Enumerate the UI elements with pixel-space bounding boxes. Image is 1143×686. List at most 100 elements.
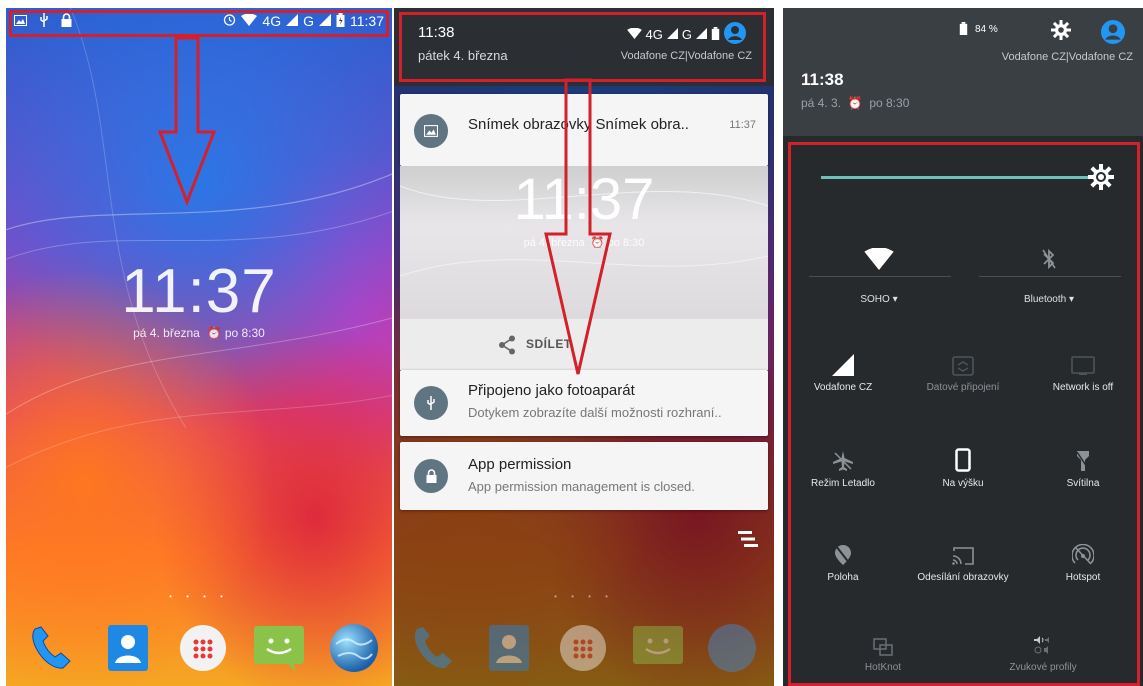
tile-label: Poloha — [827, 572, 859, 583]
notification-app-permission[interactable]: App permission App permission management… — [400, 442, 768, 510]
lock-date: pá 4. března — [133, 326, 200, 340]
notification-title: App permission — [468, 456, 572, 473]
qs-tile-airplane[interactable]: Režim Letadlo — [783, 432, 903, 489]
sound-profile-icon — [983, 616, 1103, 656]
qs-tile-portrait[interactable]: Na výšku — [903, 432, 1023, 489]
highlight-quick-settings — [788, 142, 1140, 686]
lock-alarm: po 8:30 — [224, 326, 265, 340]
tile-label: Odesílání obrazovky — [917, 572, 1009, 583]
clear-all-icon[interactable] — [736, 528, 758, 554]
qs-tile-bluetooth[interactable] — [989, 230, 1109, 270]
cell-signal-icon — [783, 336, 903, 376]
alarm-icon: ⏰ — [587, 237, 605, 249]
divider — [809, 276, 951, 277]
qs-header: 84 % Vodafone CZ|Vodafone CZ 11:38 pá 4.… — [783, 8, 1143, 136]
phone-icon[interactable] — [24, 620, 80, 676]
chevron-down-icon: ▾ — [892, 294, 898, 305]
divider — [979, 276, 1121, 277]
cast-icon — [903, 526, 1023, 566]
qs-time: 11:38 — [801, 70, 844, 89]
hotspot-icon — [1023, 526, 1143, 566]
qs-tile-mobile-data[interactable]: Datové připojení — [903, 336, 1023, 393]
notification-time: 11:37 — [729, 119, 756, 131]
qs-tile-hotspot[interactable]: Hotspot — [1023, 526, 1143, 583]
preview-date-row: pá 4. března ⏰ po 8:30 — [400, 236, 768, 249]
bluetooth-label: Bluetooth — [1023, 294, 1067, 305]
dock — [24, 616, 382, 680]
preview-alarm: po 8:30 — [607, 237, 645, 249]
qs-date-row: pá 4. 3. ⏰ po 8:30 — [801, 96, 909, 110]
share-label: SDÍLET — [526, 337, 572, 351]
wifi-dropdown[interactable]: SOHO ▾ — [819, 294, 939, 305]
qs-tile-location[interactable]: Poloha — [783, 526, 903, 583]
messaging-icon — [630, 620, 686, 676]
screenshot-preview[interactable]: 11:37 pá 4. března ⏰ po 8:30 — [400, 166, 768, 318]
user-avatar-icon[interactable] — [1101, 20, 1125, 49]
brightness-slider[interactable] — [821, 164, 1114, 190]
qs-tile-wifi[interactable] — [819, 230, 939, 270]
lock-icon — [414, 459, 448, 493]
page-indicator: • • • • — [169, 592, 229, 601]
qs-tile-hotknot[interactable]: HotKnot — [823, 616, 943, 673]
tile-label: Zvukové profily — [1009, 662, 1077, 673]
qs-alarm: po 8:30 — [869, 96, 910, 110]
qs-tile-cast[interactable]: Odesílání obrazovky — [903, 526, 1023, 583]
notification-shade-panel: 11:38 pátek 4. března 4G G Vodafone CZ|V… — [394, 8, 774, 686]
alarm-icon: ⏰ — [203, 326, 222, 340]
qs-tile-sound-profiles[interactable]: Zvukové profily — [983, 616, 1103, 673]
tile-label: HotKnot — [864, 662, 902, 673]
network-off-icon — [1023, 336, 1143, 376]
share-icon — [498, 335, 516, 360]
bluetooth-off-icon — [989, 230, 1109, 270]
wifi-network-label: SOHO — [860, 294, 890, 305]
notification-text: Dotykem zobrazíte další možnosti rozhran… — [468, 405, 722, 420]
preview-date: pá 4. března — [523, 237, 585, 249]
battery-percent: 84 % — [975, 24, 998, 35]
qs-tile-network[interactable]: Network is off — [1023, 336, 1143, 393]
bluetooth-dropdown[interactable]: Bluetooth ▾ — [989, 294, 1109, 305]
highlight-statusbar — [9, 10, 389, 37]
qs-tile-vodafone[interactable]: Vodafone CZ — [783, 336, 903, 393]
browser-icon — [704, 620, 760, 676]
wifi-icon — [819, 230, 939, 270]
contacts-icon[interactable] — [100, 620, 156, 676]
notification-text: App permission management is closed. — [468, 479, 695, 494]
battery-icon — [959, 22, 968, 40]
location-off-icon — [783, 526, 903, 566]
usb-icon — [414, 386, 448, 420]
tile-label: Network is off — [1052, 382, 1114, 393]
notification-usb[interactable]: Připojeno jako fotoaparát Dotykem zobraz… — [400, 370, 768, 436]
qs-date: pá 4. 3. — [801, 96, 842, 110]
tile-label: Hotspot — [1065, 572, 1101, 583]
highlight-shade-header — [399, 12, 766, 82]
alarm-icon: ⏰ — [844, 96, 866, 110]
tile-label: Svítilna — [1066, 478, 1100, 489]
notification-title: Připojeno jako fotoaparát — [468, 382, 635, 399]
lock-clock: 11:37 — [121, 257, 277, 326]
notification-title: Snímek obrazovky Snímek obra.. — [468, 116, 689, 133]
mobile-data-icon — [903, 336, 1023, 376]
airplane-icon — [783, 432, 903, 472]
qs-tile-flashlight[interactable]: Svítilna — [1023, 432, 1143, 489]
brightness-icon[interactable] — [1087, 163, 1115, 191]
image-icon — [414, 114, 448, 148]
page-indicator: • • • • — [554, 592, 614, 601]
app-drawer-icon — [555, 620, 611, 676]
quick-settings-panel: 84 % Vodafone CZ|Vodafone CZ 11:38 pá 4.… — [783, 8, 1143, 686]
tile-label: Vodafone CZ — [813, 382, 873, 393]
messaging-icon[interactable] — [251, 620, 307, 676]
share-action[interactable]: SDÍLET — [400, 318, 768, 370]
gear-icon[interactable] — [1051, 20, 1071, 45]
lockscreen-panel: 4G G 11:37 11:37 pá 4. března ⏰ po 8:30 … — [6, 8, 392, 686]
tile-label: Na výšku — [942, 478, 984, 489]
phone-icon — [406, 620, 462, 676]
dock — [406, 616, 760, 680]
chevron-down-icon: ▾ — [1069, 294, 1075, 305]
browser-icon[interactable] — [326, 620, 382, 676]
flashlight-icon — [1023, 432, 1143, 472]
wallpaper-lines — [6, 8, 392, 468]
tile-label: Datové připojení — [926, 382, 1000, 393]
lock-date-row: pá 4. března ⏰ po 8:30 — [6, 326, 392, 340]
app-drawer-icon[interactable] — [175, 620, 231, 676]
notification-screenshot[interactable]: Snímek obrazovky Snímek obra.. 11:37 — [400, 94, 768, 166]
